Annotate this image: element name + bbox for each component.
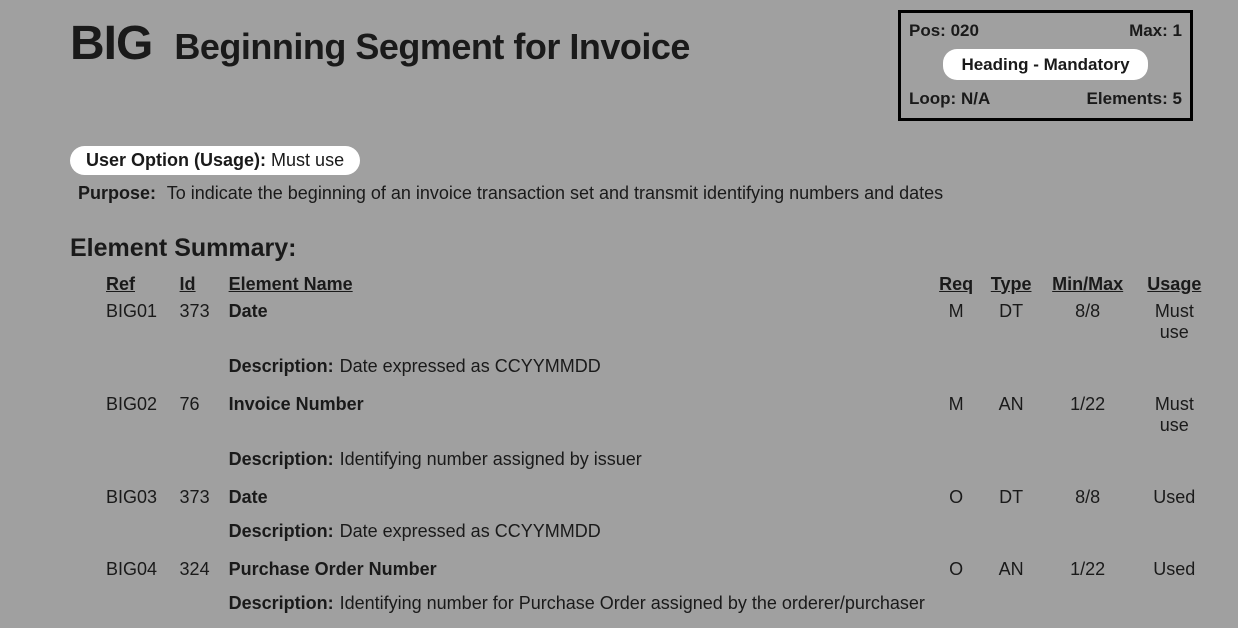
usage-label: User Option (Usage): (86, 150, 266, 170)
cell-description: Description: Date expressed as CCYYMMDD (223, 511, 931, 556)
cell-minmax: 8/8 (1041, 484, 1135, 511)
description-text: Identifying number assigned by issuer (340, 449, 642, 469)
cell-name: Purchase Order Number (223, 556, 931, 583)
usage-value: Must use (271, 150, 344, 170)
cell-minmax: 1/22 (1041, 556, 1135, 583)
header-req: Req (931, 271, 981, 298)
header-ref: Ref (100, 271, 174, 298)
cell-ref: BIG03 (100, 484, 174, 511)
description-text: Date expressed as CCYYMMDD (340, 521, 601, 541)
description-label: Description: (229, 593, 334, 613)
summary-heading: Element Summary: (0, 204, 1238, 271)
cell-type: AN (981, 556, 1041, 583)
cell-description: Description: Date expressed as CCYYMMDD (223, 346, 931, 391)
segment-code: BIG (70, 10, 174, 68)
cell-description: Description: Identifying number assigned … (223, 439, 931, 484)
cell-ref: BIG02 (100, 391, 174, 439)
cell-type: AN (981, 391, 1041, 439)
cell-req: M (931, 391, 981, 439)
cell-usage: Used (1134, 556, 1214, 583)
segment-title: Beginning Segment for Invoice (174, 10, 898, 68)
table-header-row: Ref Id Element Name Req Type Min/Max Usa… (100, 271, 1214, 298)
table-row: BIG0276Invoice NumberMAN1/22Must use (100, 391, 1214, 439)
element-table: Ref Id Element Name Req Type Min/Max Usa… (100, 271, 1214, 628)
cell-minmax: 8/8 (1041, 298, 1135, 346)
table-row: BIG04324Purchase Order NumberOAN1/22Used (100, 556, 1214, 583)
info-box: Pos: 020 Max: 1 Heading - Mandatory Loop… (898, 10, 1193, 121)
description-label: Description: (229, 521, 334, 541)
heading-mandatory-pill: Heading - Mandatory (943, 49, 1147, 81)
cell-req: O (931, 484, 981, 511)
cell-description: Description: Identifying number for Purch… (223, 583, 931, 628)
cell-usage: Must use (1134, 391, 1214, 439)
purpose-row: Purpose: To indicate the beginning of an… (70, 175, 1238, 204)
header-type: Type (981, 271, 1041, 298)
description-text: Date expressed as CCYYMMDD (340, 356, 601, 376)
header-usage: Usage (1134, 271, 1214, 298)
segment-header: BIG Beginning Segment for Invoice Pos: 0… (0, 10, 1238, 121)
table-description-row: Description: Identifying number assigned … (100, 439, 1214, 484)
cell-id: 373 (174, 298, 223, 346)
usage-pill: User Option (Usage): Must use (70, 146, 360, 175)
header-name: Element Name (223, 271, 931, 298)
info-box-heading-row: Heading - Mandatory (909, 44, 1182, 87)
cell-name: Date (223, 484, 931, 511)
max-value: 1 (1173, 21, 1182, 40)
table-description-row: Description: Date expressed as CCYYMMDD (100, 511, 1214, 556)
cell-req: O (931, 556, 981, 583)
cell-usage: Must use (1134, 298, 1214, 346)
description-label: Description: (229, 356, 334, 376)
info-box-row-loop: Loop: N/A Elements: 5 (909, 86, 1182, 112)
meta-section: User Option (Usage): Must use Purpose: T… (0, 121, 1238, 204)
elements-value: 5 (1173, 89, 1182, 108)
table-description-row: Description: Identifying number for Purch… (100, 583, 1214, 628)
cell-name: Date (223, 298, 931, 346)
cell-ref: BIG01 (100, 298, 174, 346)
cell-id: 373 (174, 484, 223, 511)
cell-id: 76 (174, 391, 223, 439)
cell-usage: Used (1134, 484, 1214, 511)
table-description-row: Description: Date expressed as CCYYMMDD (100, 346, 1214, 391)
pos-value: 020 (951, 21, 979, 40)
description-text: Identifying number for Purchase Order as… (340, 593, 925, 613)
pos-label: Pos: (909, 21, 946, 40)
purpose-label: Purpose: (78, 183, 156, 203)
cell-id: 324 (174, 556, 223, 583)
cell-ref: BIG04 (100, 556, 174, 583)
loop-label: Loop: (909, 89, 956, 108)
info-box-row-pos: Pos: 020 Max: 1 (909, 18, 1182, 44)
cell-type: DT (981, 484, 1041, 511)
cell-type: DT (981, 298, 1041, 346)
table-row: BIG01373DateMDT8/8Must use (100, 298, 1214, 346)
loop-value: N/A (961, 89, 990, 108)
page: BIG Beginning Segment for Invoice Pos: 0… (0, 0, 1238, 628)
elements-label: Elements: (1087, 89, 1168, 108)
table-row: BIG03373DateODT8/8Used (100, 484, 1214, 511)
cell-req: M (931, 298, 981, 346)
header-minmax: Min/Max (1041, 271, 1135, 298)
max-label: Max: (1129, 21, 1168, 40)
description-label: Description: (229, 449, 334, 469)
header-id: Id (174, 271, 223, 298)
purpose-text: To indicate the beginning of an invoice … (167, 183, 943, 203)
cell-name: Invoice Number (223, 391, 931, 439)
cell-minmax: 1/22 (1041, 391, 1135, 439)
